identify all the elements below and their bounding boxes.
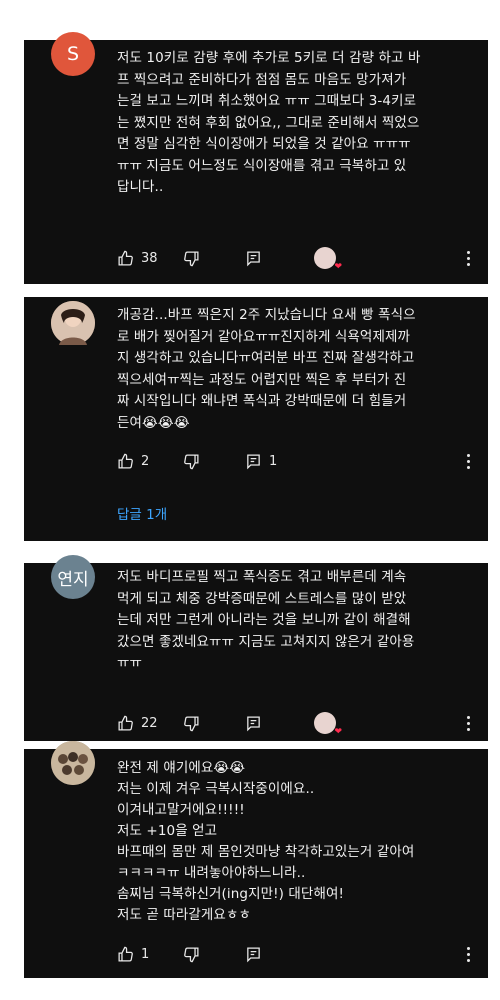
like-count: 2 (141, 453, 150, 469)
comment-icon (247, 250, 260, 266)
like-button[interactable]: 2 (117, 453, 149, 470)
comment-card: 개공감...바프 찍은지 2주 지났습니다 요새 빵 폭식으 로 배가 찢어질거… (24, 297, 488, 541)
view-replies-link[interactable]: 답글 1개 (117, 503, 167, 523)
like-button[interactable]: 22 (117, 715, 158, 732)
comment-text: 개공감...바프 찍은지 2주 지났습니다 요새 빵 폭식으 로 배가 찢어질거… (117, 307, 416, 431)
user-avatar[interactable] (51, 741, 95, 785)
dislike-button[interactable] (183, 715, 200, 732)
user-avatar[interactable] (51, 301, 95, 345)
more-options-icon[interactable] (467, 449, 470, 473)
dislike-button[interactable] (183, 250, 200, 267)
creator-heart-badge (314, 247, 342, 272)
reply-button[interactable] (245, 250, 262, 267)
comment-card: 완전 제 얘기에요😭😭 저는 이제 겨우 극복시작중이에요.. 이겨내고말거에요… (24, 741, 488, 978)
creator-heart-badge (314, 712, 342, 737)
like-button[interactable]: 38 (117, 250, 158, 267)
comment-card: 연지 저도 바디프로필 찍고 폭식증도 겪고 배부른데 계속 먹게 되고 체중 … (24, 555, 488, 741)
thumbs-down-icon (184, 946, 199, 962)
like-count: 38 (141, 250, 158, 266)
comment-text: 완전 제 얘기에요😭😭 저는 이제 겨우 극복시작중이에요.. 이겨내고말거에요… (117, 760, 415, 923)
thumbs-down-icon (184, 250, 199, 266)
thumbs-up-icon (118, 946, 133, 962)
thumbs-up-icon (118, 250, 133, 266)
comment-text: 저도 10키로 감량 후에 추가로 5키로 더 감량 하고 바 프 찍으려고 준… (117, 50, 421, 195)
reply-button[interactable] (245, 715, 262, 732)
thumbs-up-icon (118, 715, 133, 731)
user-avatar[interactable]: 연지 (51, 555, 95, 599)
thumbs-down-icon (184, 453, 199, 469)
group-photo-icon (51, 741, 95, 785)
comment-actions: 1 (117, 942, 488, 966)
like-count: 1 (141, 946, 150, 962)
reply-count: 1 (269, 453, 278, 469)
more-options-icon[interactable] (467, 711, 470, 735)
dislike-button[interactable] (183, 453, 200, 470)
reply-button[interactable] (245, 946, 262, 963)
comment-text: 저도 바디프로필 찍고 폭식증도 겪고 배부른데 계속 먹게 되고 체중 강박증… (117, 569, 415, 671)
comment-actions: 38 (117, 246, 488, 272)
comment-icon (247, 715, 260, 731)
profile-photo-icon (51, 301, 95, 345)
more-options-icon[interactable] (467, 942, 470, 966)
like-button[interactable]: 1 (117, 946, 149, 963)
more-options-icon[interactable] (467, 246, 470, 270)
comment-card: S 저도 10키로 감량 후에 추가로 5키로 더 감량 하고 바 프 찍으려고… (24, 32, 488, 284)
user-avatar[interactable]: S (51, 32, 95, 76)
like-count: 22 (141, 715, 158, 731)
thumbs-down-icon (184, 715, 199, 731)
dislike-button[interactable] (183, 946, 200, 963)
comment-icon (247, 453, 260, 469)
reply-button[interactable]: 1 (245, 453, 277, 470)
avatar-letter: S (66, 43, 80, 65)
comment-actions: 22 (117, 711, 488, 737)
comment-icon (247, 946, 260, 962)
avatar-text: 연지 (57, 569, 89, 590)
comment-actions: 2 1 (117, 449, 488, 473)
thumbs-up-icon (118, 453, 133, 469)
